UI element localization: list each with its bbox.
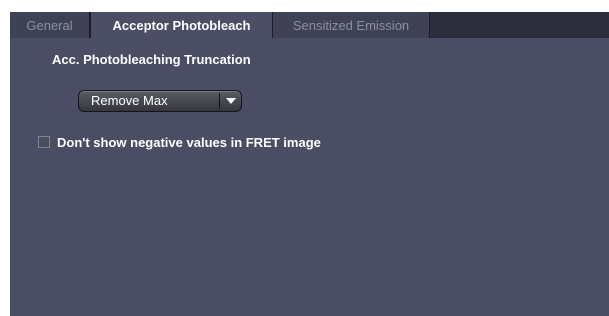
tab-general[interactable]: General [10, 12, 90, 38]
truncation-dropdown[interactable]: Remove Max [78, 90, 242, 112]
truncation-dropdown-value: Remove Max [91, 93, 168, 108]
tab-bar: General Acceptor Photobleach Sensitized … [10, 12, 609, 38]
tab-sensitized-emission[interactable]: Sensitized Emission [273, 12, 430, 38]
section-title: Acc. Photobleaching Truncation [52, 52, 251, 67]
negative-values-checkbox[interactable] [38, 136, 50, 148]
negative-values-label[interactable]: Don't show negative values in FRET image [57, 135, 321, 150]
acceptor-photobleach-panel: Acc. Photobleaching Truncation Remove Ma… [10, 38, 609, 316]
tab-acceptor-photobleach[interactable]: Acceptor Photobleach [90, 12, 273, 38]
negative-values-option: Don't show negative values in FRET image [38, 134, 321, 150]
chevron-down-icon[interactable] [220, 91, 241, 111]
